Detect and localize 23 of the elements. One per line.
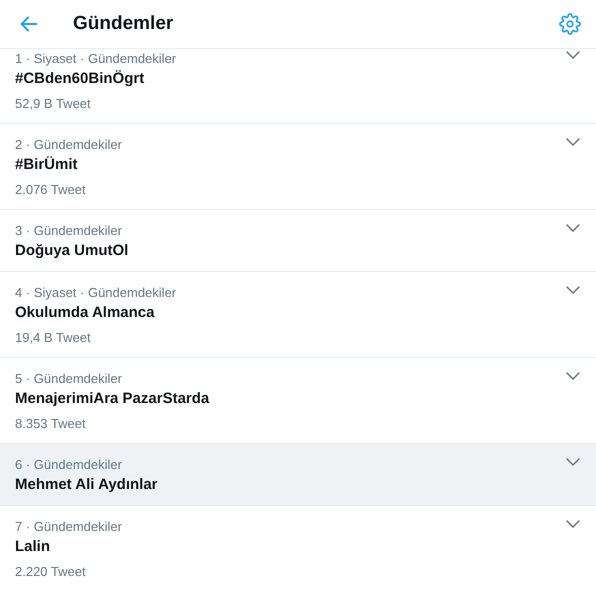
trend-name: #CBden60BinÖgrt <box>15 69 146 89</box>
trend-context: 1 · Siyaset · Gündemdekiler <box>15 50 176 68</box>
page-title: Gündemler <box>73 13 174 35</box>
tweet-count: 8.353 Tweet <box>15 415 87 433</box>
trend-name: MenajerimiAra PazarStarda <box>15 389 210 409</box>
tweet-count: 52,9 B Tweet <box>15 95 92 113</box>
trend-context: 7 · Gündemdekiler <box>15 518 122 536</box>
trend-name: Okulumda Almanca <box>15 303 156 323</box>
tweet-count: 2.076 Tweet <box>15 181 87 199</box>
trend-context: 4 · Siyaset · Gündemdekiler <box>15 284 176 302</box>
trend-context: 2 · Gündemdekiler <box>15 136 122 154</box>
tweet-count: 2.220 Tweet <box>15 563 87 581</box>
settings-icon[interactable] <box>559 13 581 35</box>
trend-name: #BirÜmit <box>15 155 79 175</box>
trend-item[interactable]: 6 · Gündemdekiler Mehmet Ali Aydınlar <box>0 444 596 506</box>
trend-name: Doğuya UmutOl <box>15 241 130 261</box>
trend-context: 3 · Gündemdekiler <box>15 222 122 240</box>
trend-context: 5 · Gündemdekiler <box>15 370 122 388</box>
trend-name: Mehmet Ali Aydınlar <box>15 475 159 495</box>
trend-item[interactable]: 1 · Siyaset · Gündemdekiler #CBden60BinÖgrt 52,9 B Tweet <box>0 49 596 124</box>
tweet-count: 19,4 B Tweet <box>15 329 92 347</box>
trend-name: Lalin <box>15 537 52 557</box>
trend-context: 6 · Gündemdekiler <box>15 456 122 474</box>
